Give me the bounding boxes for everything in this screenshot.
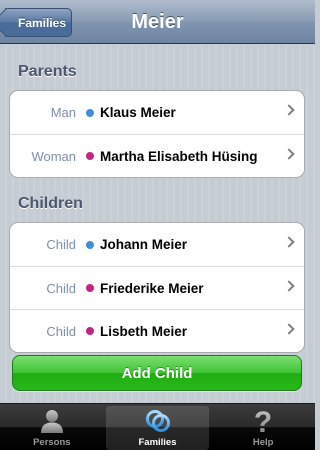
add-child-button[interactable]: Add Child xyxy=(12,355,302,391)
navigation-bar: Families Meier xyxy=(0,0,315,44)
row-label: Woman xyxy=(31,148,76,164)
female-dot-icon xyxy=(86,327,94,335)
person-name: Lisbeth Meier xyxy=(100,323,188,339)
male-dot-icon xyxy=(86,240,94,249)
row-label: Man xyxy=(50,105,76,120)
chevron-right-icon xyxy=(283,323,295,335)
person-name: Klaus Meier xyxy=(100,105,176,120)
female-dot-icon xyxy=(86,152,94,160)
chevron-right-icon xyxy=(283,236,295,248)
back-button-families[interactable]: Families xyxy=(5,8,72,37)
svg-text:?: ? xyxy=(254,407,272,435)
parent-row-man[interactable]: Man Klaus Meier xyxy=(10,91,304,134)
chevron-right-icon xyxy=(283,104,295,116)
back-button-label: Families xyxy=(17,15,67,30)
parents-group: Man Klaus Meier Woman Martha Elisabeth H… xyxy=(9,90,305,178)
female-dot-icon xyxy=(86,284,94,292)
tab-help[interactable]: ? Help xyxy=(211,404,315,450)
tab-bar: Persons Families ? Help xyxy=(0,403,315,450)
children-group: Child Johann Meier Child Friederike Meie… xyxy=(9,222,305,353)
child-row[interactable]: Child Lisbeth Meier xyxy=(10,309,304,352)
tab-label: Persons xyxy=(33,437,71,448)
person-name: Martha Elisabeth Hüsing xyxy=(100,148,258,164)
question-icon: ? xyxy=(252,407,274,435)
row-label: Child xyxy=(46,237,76,252)
row-label: Child xyxy=(46,280,76,296)
parent-row-woman[interactable]: Woman Martha Elisabeth Hüsing xyxy=(10,134,304,177)
tab-label: Help xyxy=(252,437,274,448)
chevron-right-icon xyxy=(283,280,295,292)
tab-label: Families xyxy=(138,437,177,448)
rings-icon xyxy=(144,407,172,435)
person-name: Friederike Meier xyxy=(100,280,204,296)
child-row[interactable]: Child Friederike Meier xyxy=(10,266,304,309)
male-dot-icon xyxy=(86,108,94,117)
person-name: Johann Meier xyxy=(100,237,188,252)
chevron-right-icon xyxy=(283,148,295,160)
child-row[interactable]: Child Johann Meier xyxy=(10,223,304,266)
section-header-children: Children xyxy=(18,195,83,212)
person-icon xyxy=(39,407,65,435)
tab-families[interactable]: Families xyxy=(105,406,210,450)
row-label: Child xyxy=(46,323,76,339)
tab-persons[interactable]: Persons xyxy=(0,404,104,450)
family-detail-content: Parents Man Klaus Meier Woman Martha Eli… xyxy=(0,45,315,403)
section-header-parents: Parents xyxy=(18,63,77,80)
add-child-label: Add Child xyxy=(121,364,193,382)
